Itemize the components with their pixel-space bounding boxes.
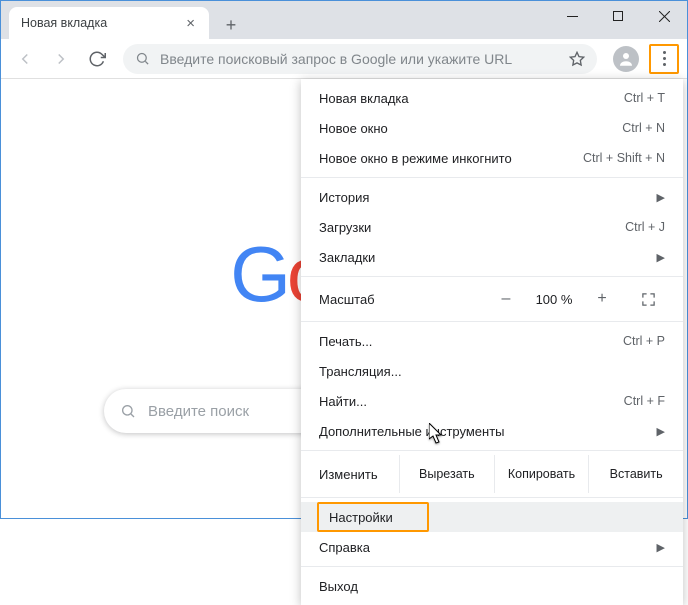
fullscreen-button[interactable] xyxy=(631,292,665,307)
zoom-value: 100 % xyxy=(525,292,583,307)
address-bar-placeholder: Введите поисковый запрос в Google или ук… xyxy=(160,51,559,67)
menu-item-zoom: Масштаб – 100 % + xyxy=(301,281,683,317)
menu-item-edit: Изменить Вырезать Копировать Вставить xyxy=(301,455,683,493)
menu-item-settings[interactable]: Настройки xyxy=(301,502,683,532)
zoom-in-button[interactable]: + xyxy=(583,286,621,312)
menu-item-print[interactable]: Печать... Ctrl + P xyxy=(301,326,683,356)
search-icon xyxy=(120,403,136,419)
menu-separator xyxy=(301,566,683,567)
window-controls xyxy=(549,1,687,31)
menu-item-history[interactable]: История ▶ xyxy=(301,182,683,212)
settings-highlight: Настройки xyxy=(317,502,429,532)
reload-button[interactable] xyxy=(81,43,113,75)
menu-item-exit[interactable]: Выход xyxy=(301,571,683,601)
menu-separator xyxy=(301,177,683,178)
tab-strip: Новая вкладка × + xyxy=(1,1,549,39)
minimize-button[interactable] xyxy=(549,1,595,31)
back-button[interactable] xyxy=(9,43,41,75)
bookmark-star-icon[interactable] xyxy=(569,51,585,67)
edit-copy-button[interactable]: Копировать xyxy=(494,455,589,493)
tab-title: Новая вкладка xyxy=(21,16,182,30)
menu-separator xyxy=(301,450,683,451)
edit-cut-button[interactable]: Вырезать xyxy=(399,455,494,493)
browser-tab[interactable]: Новая вкладка × xyxy=(9,7,209,39)
forward-button[interactable] xyxy=(45,43,77,75)
window-titlebar: Новая вкладка × + xyxy=(1,1,687,39)
chevron-right-icon: ▶ xyxy=(657,251,665,264)
menu-item-more-tools[interactable]: Дополнительные инструменты ▶ xyxy=(301,416,683,446)
menu-item-new-window[interactable]: Новое окно Ctrl + N xyxy=(301,113,683,143)
menu-separator xyxy=(301,497,683,498)
zoom-out-button[interactable]: – xyxy=(487,286,525,312)
main-menu-dropdown: Новая вкладка Ctrl + T Новое окно Ctrl +… xyxy=(301,79,683,605)
edit-paste-button[interactable]: Вставить xyxy=(588,455,683,493)
profile-avatar[interactable] xyxy=(613,46,639,72)
chevron-right-icon: ▶ xyxy=(657,425,665,438)
menu-item-help[interactable]: Справка ▶ xyxy=(301,532,683,562)
maximize-button[interactable] xyxy=(595,1,641,31)
menu-item-find[interactable]: Найти... Ctrl + F xyxy=(301,386,683,416)
browser-toolbar: Введите поисковый запрос в Google или ук… xyxy=(1,39,687,79)
menu-item-cast[interactable]: Трансляция... xyxy=(301,356,683,386)
address-bar[interactable]: Введите поисковый запрос в Google или ук… xyxy=(123,44,597,74)
menu-item-downloads[interactable]: Загрузки Ctrl + J xyxy=(301,212,683,242)
menu-separator xyxy=(301,276,683,277)
new-tab-button[interactable]: + xyxy=(217,11,245,39)
menu-separator xyxy=(301,321,683,322)
menu-item-incognito[interactable]: Новое окно в режиме инкогнито Ctrl + Shi… xyxy=(301,143,683,173)
close-tab-icon[interactable]: × xyxy=(182,15,199,32)
menu-item-bookmarks[interactable]: Закладки ▶ xyxy=(301,242,683,272)
search-placeholder: Введите поиск xyxy=(148,403,249,420)
search-icon xyxy=(135,51,150,66)
chevron-right-icon: ▶ xyxy=(657,541,665,554)
main-menu-highlight xyxy=(649,44,679,74)
chevron-right-icon: ▶ xyxy=(657,191,665,204)
main-menu-button[interactable] xyxy=(663,51,666,66)
mouse-cursor-icon xyxy=(429,423,445,450)
menu-item-new-tab[interactable]: Новая вкладка Ctrl + T xyxy=(301,83,683,113)
close-window-button[interactable] xyxy=(641,1,687,31)
